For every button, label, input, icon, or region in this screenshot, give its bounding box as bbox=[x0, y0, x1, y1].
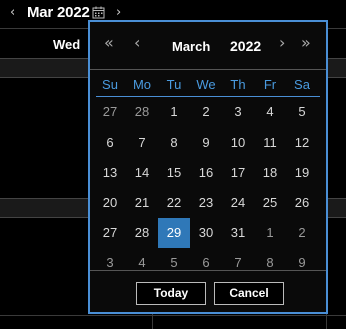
day-cell[interactable]: 6 bbox=[94, 128, 126, 158]
day-cell[interactable]: 19 bbox=[286, 158, 318, 188]
next-month-button[interactable]: › bbox=[279, 35, 285, 51]
day-cell-selected[interactable]: 29 bbox=[158, 218, 190, 248]
day-cell[interactable]: 27 bbox=[94, 97, 126, 127]
day-cell[interactable]: 12 bbox=[286, 128, 318, 158]
day-cell[interactable]: 14 bbox=[126, 158, 158, 188]
day-cell[interactable]: 3 bbox=[222, 97, 254, 127]
month-title[interactable]: Mar 2022 bbox=[27, 4, 90, 21]
weekday-labels: Su Mo Tu We Th Fr Sa bbox=[90, 77, 326, 97]
picker-month[interactable]: March bbox=[172, 39, 210, 54]
today-button[interactable]: Today bbox=[136, 282, 206, 305]
day-cell[interactable]: 21 bbox=[126, 188, 158, 218]
picker-year[interactable]: 2022 bbox=[230, 38, 261, 54]
day-cell[interactable]: 13 bbox=[94, 158, 126, 188]
day-cell[interactable]: 24 bbox=[222, 188, 254, 218]
day-cell[interactable]: 16 bbox=[190, 158, 222, 188]
day-cell[interactable]: 17 bbox=[222, 158, 254, 188]
day-cell[interactable]: 1 bbox=[254, 218, 286, 248]
day-cell[interactable]: 22 bbox=[158, 188, 190, 218]
day-cell[interactable]: 31 bbox=[222, 218, 254, 248]
weekday-label: Sa bbox=[294, 77, 310, 92]
day-cell[interactable]: 1 bbox=[158, 97, 190, 127]
grid-line bbox=[0, 315, 346, 316]
day-cell[interactable]: 2 bbox=[286, 218, 318, 248]
picker-header: « ‹ March 2022 › » bbox=[90, 22, 326, 70]
weekday-label: We bbox=[196, 77, 216, 92]
weekday-label: Th bbox=[230, 77, 246, 92]
day-cell[interactable]: 26 bbox=[286, 188, 318, 218]
day-cell[interactable]: 9 bbox=[190, 128, 222, 158]
day-cell[interactable]: 18 bbox=[254, 158, 286, 188]
day-cell[interactable]: 30 bbox=[190, 218, 222, 248]
prev-month-button[interactable]: ‹ bbox=[10, 5, 15, 20]
day-header-wed: Wed bbox=[53, 37, 81, 52]
date-picker-popup: « ‹ March 2022 › » Su Mo Tu We Th Fr Sa … bbox=[88, 20, 328, 314]
day-cell[interactable]: 27 bbox=[94, 218, 126, 248]
weekday-label: Mo bbox=[132, 77, 152, 92]
prev-month-button[interactable]: ‹ bbox=[134, 35, 140, 51]
cancel-button[interactable]: Cancel bbox=[214, 282, 284, 305]
picker-footer: Today Cancel bbox=[90, 270, 326, 312]
day-cell[interactable]: 2 bbox=[190, 97, 222, 127]
day-cell[interactable]: 15 bbox=[158, 158, 190, 188]
day-cell[interactable]: 8 bbox=[158, 128, 190, 158]
day-cell[interactable]: 20 bbox=[94, 188, 126, 218]
day-cell[interactable]: 11 bbox=[254, 128, 286, 158]
day-cell[interactable]: 4 bbox=[254, 97, 286, 127]
weekday-label: Su bbox=[102, 77, 118, 92]
day-cell[interactable]: 28 bbox=[126, 218, 158, 248]
prev-year-button[interactable]: « bbox=[104, 35, 114, 51]
day-cell[interactable]: 23 bbox=[190, 188, 222, 218]
calendar-icon[interactable] bbox=[92, 6, 105, 19]
weekday-label: Fr bbox=[263, 77, 277, 92]
day-cell[interactable]: 10 bbox=[222, 128, 254, 158]
next-month-button[interactable]: › bbox=[116, 5, 121, 20]
day-cell[interactable]: 7 bbox=[126, 128, 158, 158]
day-cell[interactable]: 25 bbox=[254, 188, 286, 218]
weekday-label: Tu bbox=[166, 77, 182, 92]
day-cell[interactable]: 5 bbox=[286, 97, 318, 127]
next-year-button[interactable]: » bbox=[301, 35, 311, 51]
day-cell[interactable]: 28 bbox=[126, 97, 158, 127]
